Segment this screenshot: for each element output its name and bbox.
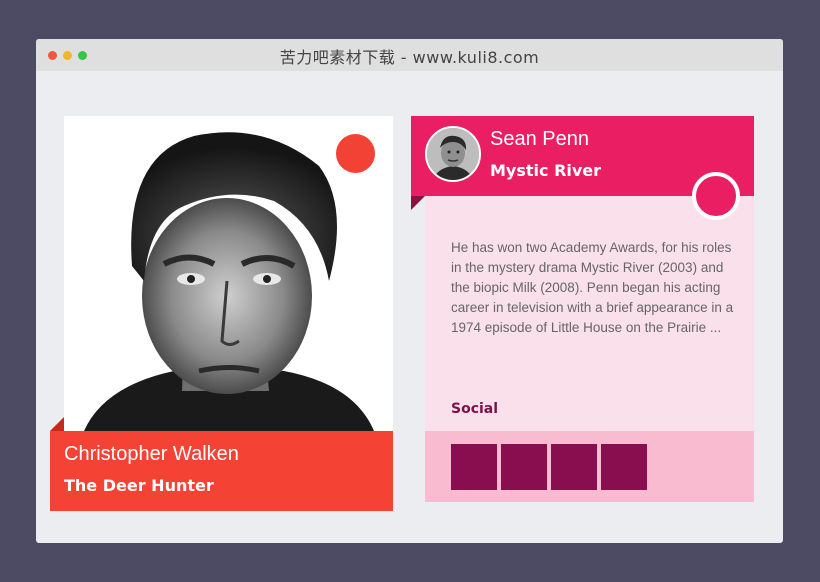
profile-name: Sean Penn — [490, 128, 589, 150]
profile-film: The Deer Hunter — [64, 476, 214, 495]
window-title: 苦力吧素材下载 - www.kuli8.com — [279, 48, 540, 67]
social-link-2[interactable] — [501, 444, 547, 490]
social-link-1[interactable] — [451, 444, 497, 490]
profile-card-footer: Christopher Walken The Deer Hunter — [50, 431, 393, 511]
card-fold-corner — [50, 417, 64, 431]
profile-bio: He has won two Academy Awards, for his r… — [451, 240, 734, 335]
profile-film: Mystic River — [490, 161, 602, 180]
profile-name: Christopher Walken — [64, 443, 239, 465]
accent-dot — [336, 134, 375, 173]
title-bar: 苦力吧素材下载 - www.kuli8.com — [36, 39, 783, 71]
social-links-bar — [425, 431, 754, 502]
browser-window: 苦力吧素材下载 - www.kuli8.com Christopher Walk… — [36, 39, 783, 543]
avatar — [425, 126, 481, 182]
avatar-image — [427, 128, 479, 180]
profile-card-body: He has won two Academy Awards, for his r… — [425, 196, 754, 431]
card-fold-corner — [411, 196, 425, 210]
toggle-ring-button[interactable] — [692, 172, 740, 220]
social-link-3[interactable] — [551, 444, 597, 490]
social-link-4[interactable] — [601, 444, 647, 490]
social-heading: Social — [451, 401, 499, 417]
